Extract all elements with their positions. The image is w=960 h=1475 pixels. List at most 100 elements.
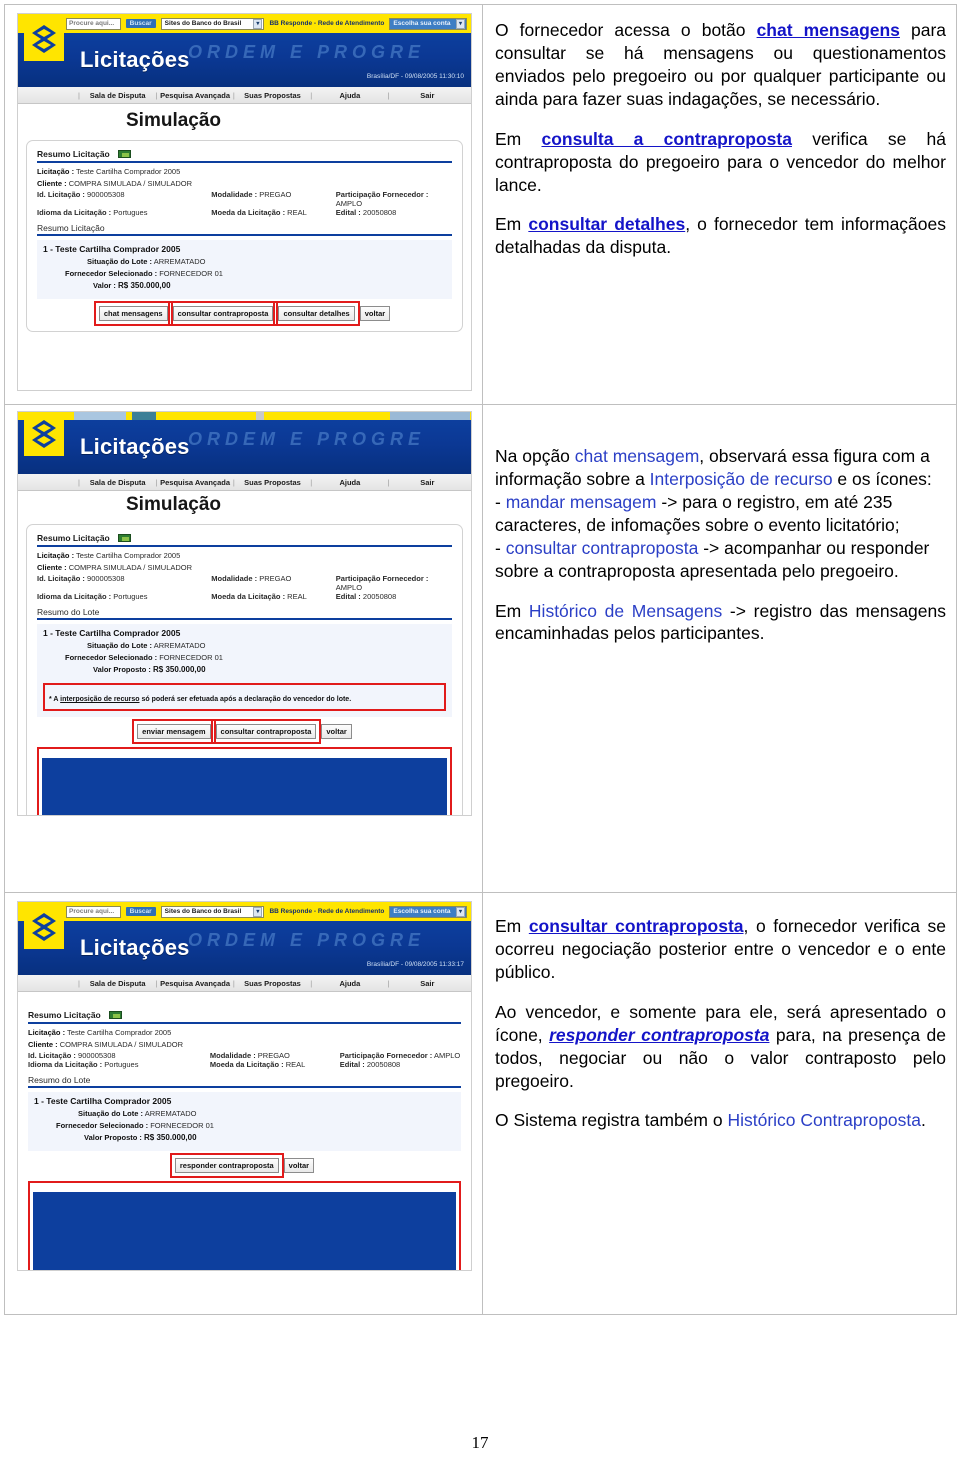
paragraph-2: Em consulta a contraproposta verifica se…: [495, 128, 946, 197]
subsection-title: Resumo do Lote: [28, 1075, 91, 1085]
nav-item-sala-de-disputa[interactable]: Sala de Disputa: [80, 91, 155, 100]
search-input[interactable]: Procure aqui...: [66, 17, 121, 30]
divider: [28, 1086, 461, 1088]
account-select[interactable]: Escolha sua conta ▾: [389, 17, 467, 30]
link-chat-mensagens[interactable]: chat mensagens: [757, 20, 900, 40]
screenshot-cell-3: Procure aqui... Buscar Sites do Banco do…: [4, 892, 483, 1315]
lote-fornecedor: Fornecedor Selecionado : FORNECEDOR 01: [43, 269, 446, 278]
link-consultar-contraproposta[interactable]: consultar contraproposta: [506, 538, 699, 558]
field-label: Licitação :: [37, 551, 75, 560]
chevron-down-icon[interactable]: ▾: [455, 18, 465, 29]
bb-banner: ORDEM E PROGRE Licitações Brasília/DF - …: [18, 17, 471, 87]
chevron-down-icon[interactable]: ▾: [253, 906, 263, 917]
field-value: Teste Cartilha Comprador 2005: [76, 167, 181, 176]
historico-contraproposta-table: Histórico Contraproposta Data-Hora Tipo …: [33, 1192, 456, 1270]
voltar-button[interactable]: voltar: [359, 306, 391, 321]
search-placeholder-text: Procure aqui...: [69, 908, 115, 915]
link-responder-contraproposta[interactable]: responder contraproposta: [549, 1025, 769, 1045]
field-participacao: Participação Fornecedor : AMPLO: [336, 574, 452, 592]
field-value: R$ 350.000,00: [153, 665, 206, 674]
money-icon: [108, 1011, 122, 1019]
main-nav: | Sala de Disputa | Pesquisa Avançada | …: [18, 87, 471, 104]
nav-item-suas-propostas[interactable]: Suas Propostas: [235, 91, 310, 100]
screenshot-cell-2: ORDEM E PROGRE Licitações | Sala de Disp…: [4, 404, 483, 893]
historico-mensagens-table: Histórico de Mensagens Data - Hora Emite…: [42, 758, 447, 815]
enviar-mensagem-button[interactable]: enviar mensagem: [132, 719, 216, 744]
nav-item-sair[interactable]: Sair: [390, 91, 465, 100]
nav-item-suas-propostas[interactable]: Suas Propostas: [235, 478, 310, 487]
field-value: R$ 350.000,00: [144, 1133, 197, 1142]
responder-contraproposta-button[interactable]: responder contraproposta: [169, 1153, 284, 1178]
chat-mensagens-button[interactable]: chat mensagens: [93, 301, 173, 326]
banner-watermark: ORDEM E PROGRE: [188, 930, 426, 950]
nav-item-ajuda[interactable]: Ajuda: [312, 91, 387, 100]
link-consultar-detalhes[interactable]: consultar detalhes: [528, 214, 685, 234]
field-label: Situação do Lote :: [87, 257, 153, 266]
voltar-button[interactable]: voltar: [321, 724, 352, 739]
field-idioma: Idioma da Licitação : Portugues: [37, 592, 211, 601]
lote-panel: 1 - Teste Cartilha Comprador 2005 Situaç…: [28, 1092, 461, 1151]
link-interposicao-de-recurso[interactable]: interposição de recurso: [60, 696, 139, 703]
field-label: Id. Licitação :: [37, 190, 85, 199]
nav-item-pesquisa-avancada[interactable]: Pesquisa Avançada: [157, 979, 232, 988]
sites-select[interactable]: Sites do Banco do Brasil ▾: [160, 17, 265, 30]
browser-screenshot-historico-mensagens: ORDEM E PROGRE Licitações | Sala de Disp…: [17, 411, 472, 816]
text-run: .: [921, 1110, 926, 1131]
field-value: REAL: [287, 592, 307, 601]
nav-item-ajuda[interactable]: Ajuda: [312, 979, 387, 988]
lote-valor: Valor Proposto : R$ 350.000,00: [43, 665, 446, 674]
field-value: 20050808: [362, 208, 397, 217]
field-value: PREGAO: [259, 190, 292, 199]
money-icon: [117, 150, 131, 158]
bb-responde-link[interactable]: BB Responde - Rede de Atendimento: [269, 908, 384, 915]
lote-panel: 1 - Teste Cartilha Comprador 2005 Situaç…: [37, 240, 452, 299]
chevron-down-icon[interactable]: ▾: [455, 906, 465, 917]
field-label: Cliente :: [28, 1039, 58, 1049]
field-id-licitacao: Id. Licitação : 900005308: [37, 574, 211, 592]
bb-responde-link[interactable]: BB Responde - Rede de Atendimento: [269, 20, 384, 27]
nav-item-sair[interactable]: Sair: [390, 979, 465, 988]
field-licitacao: Licitação : Teste Cartilha Comprador 200…: [37, 167, 452, 176]
field-licitacao: Licitação : Teste Cartilha Comprador 200…: [37, 551, 452, 560]
nav-item-pesquisa-avancada[interactable]: Pesquisa Avançada: [157, 91, 232, 100]
sites-select-value: Sites do Banco do Brasil: [164, 20, 242, 27]
link-historico-de-mensagens[interactable]: Histórico de Mensagens: [529, 601, 722, 621]
link-chat-mensagem[interactable]: chat mensagem: [575, 446, 700, 466]
nav-item-ajuda[interactable]: Ajuda: [312, 478, 387, 487]
field-id-licitacao: Id. Licitação : 900005308: [37, 190, 211, 208]
search-button[interactable]: Buscar: [125, 907, 156, 916]
field-value: FORNECEDOR 01: [159, 653, 223, 662]
search-button[interactable]: Buscar: [125, 19, 156, 28]
nav-item-sala-de-disputa[interactable]: Sala de Disputa: [80, 478, 155, 487]
account-select[interactable]: Escolha sua conta ▾: [389, 905, 467, 918]
table-row: ORDEM E PROGRE Licitações | Sala de Disp…: [4, 404, 957, 893]
nav-item-suas-propostas[interactable]: Suas Propostas: [235, 979, 310, 988]
consultar-contraproposta-button[interactable]: consultar contraproposta: [167, 301, 279, 326]
sites-select[interactable]: Sites do Banco do Brasil ▾: [160, 905, 265, 918]
divider: [28, 1022, 461, 1024]
nav-item-sair[interactable]: Sair: [390, 478, 465, 487]
nav-item-pesquisa-avancada[interactable]: Pesquisa Avançada: [157, 478, 232, 487]
field-moeda: Moeda da Licitação : REAL: [211, 208, 336, 217]
voltar-button[interactable]: voltar: [283, 1158, 315, 1173]
link-consulta-a-contraproposta[interactable]: consulta a contraproposta: [541, 129, 791, 149]
lote-heading: 1 - Teste Cartilha Comprador 2005: [43, 628, 181, 638]
nav-item-sala-de-disputa[interactable]: Sala de Disputa: [80, 979, 155, 988]
link-historico-contraproposta[interactable]: Histórico Contraproposta: [727, 1110, 921, 1130]
section-header: Resumo Licitação: [37, 533, 452, 543]
link-interposicao-de-recurso[interactable]: Interposição de recurso: [650, 469, 833, 489]
consultar-detalhes-button[interactable]: consultar detalhes: [273, 301, 360, 326]
brand-title: Licitações: [80, 47, 190, 72]
search-input[interactable]: Procure aqui...: [66, 905, 121, 918]
resumo-card: Resumo Licitação Licitação : Teste Carti…: [22, 1006, 467, 1270]
link-consultar-contraproposta[interactable]: consultar contraproposta: [529, 916, 744, 936]
field-value: Teste Cartilha Comprador 2005: [76, 551, 181, 560]
text-run: O Sistema registra também o: [495, 1110, 728, 1131]
text-run: Em: [495, 600, 529, 621]
money-icon: [117, 534, 131, 542]
screenshot-cell-1: Procure aqui... Buscar Sites do Banco do…: [4, 4, 483, 405]
chevron-down-icon[interactable]: ▾: [253, 18, 263, 29]
field-edital: Edital : 20050808: [336, 592, 452, 601]
link-mandar-mensagem[interactable]: mandar mensagem: [506, 492, 657, 512]
consultar-contraproposta-button[interactable]: consultar contraproposta: [210, 719, 322, 744]
